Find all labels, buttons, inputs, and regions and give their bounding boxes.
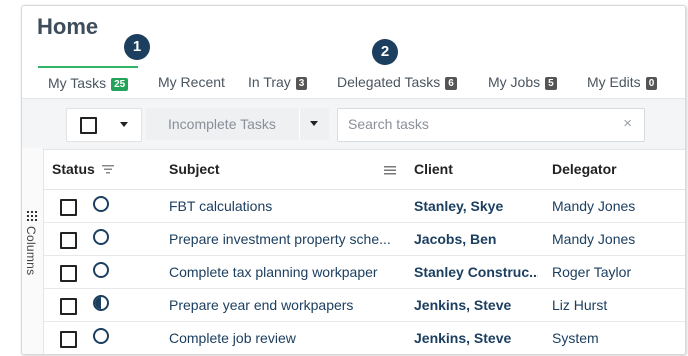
row-checkbox[interactable] bbox=[60, 232, 77, 249]
header-client[interactable]: Client bbox=[414, 161, 453, 177]
task-tabs: My Tasks 25 My Recent In Tray 3 Delegated … bbox=[22, 66, 685, 98]
tab-count-badge: 3 bbox=[295, 77, 308, 90]
clear-search-icon[interactable]: × bbox=[623, 115, 632, 132]
subject-cell[interactable]: Prepare year end workpapers bbox=[169, 297, 394, 313]
grid-icon bbox=[27, 211, 37, 221]
chevron-down-icon[interactable] bbox=[120, 122, 128, 127]
tab-label: In Tray bbox=[248, 74, 291, 90]
table-header: Status Subject Client Delegator bbox=[44, 149, 685, 190]
table-row[interactable]: Prepare investment property sche... Jaco… bbox=[44, 223, 685, 256]
callout-badge-2: 2 bbox=[372, 39, 398, 65]
task-filter-select[interactable]: Incomplete Tasks bbox=[146, 108, 329, 140]
chevron-down-icon[interactable] bbox=[310, 121, 318, 126]
task-toolbar: Incomplete Tasks × bbox=[22, 98, 685, 150]
divider bbox=[299, 108, 300, 140]
tab-label: My Tasks bbox=[48, 75, 107, 91]
client-cell[interactable]: Stanley, Skye bbox=[414, 198, 538, 214]
row-checkbox[interactable] bbox=[60, 199, 77, 216]
delegator-cell: Liz Hurst bbox=[552, 297, 608, 313]
table-row[interactable]: Complete tax planning workpaper Stanley … bbox=[44, 256, 685, 289]
tab-my-tasks[interactable]: My Tasks 25 bbox=[38, 66, 139, 100]
delegator-cell: Mandy Jones bbox=[552, 231, 636, 247]
row-checkbox[interactable] bbox=[60, 331, 77, 348]
search-input[interactable] bbox=[338, 109, 618, 139]
tab-count-badge: 6 bbox=[445, 77, 457, 90]
client-cell[interactable]: Jenkins, Steve bbox=[414, 330, 538, 346]
status-not-started-icon[interactable] bbox=[93, 328, 109, 344]
subject-cell[interactable]: Complete tax planning workpaper bbox=[169, 264, 394, 280]
header-delegator[interactable]: Delegator bbox=[552, 161, 617, 177]
tab-count-badge: 0 bbox=[645, 77, 658, 90]
tab-label: My Recent bbox=[158, 74, 225, 90]
table-row[interactable]: FBT calculations Stanley, Skye Mandy Jon… bbox=[44, 190, 685, 223]
client-cell[interactable]: Jenkins, Steve bbox=[414, 297, 538, 313]
bulk-select-dropdown[interactable] bbox=[66, 108, 142, 142]
status-not-started-icon[interactable] bbox=[93, 196, 109, 212]
tab-count-badge: 5 bbox=[545, 77, 557, 90]
client-cell[interactable]: Jacobs, Ben bbox=[414, 231, 538, 247]
search-box: × bbox=[337, 108, 645, 142]
task-filter-value: Incomplete Tasks bbox=[168, 116, 276, 132]
tab-my-edits[interactable]: My Edits 0 bbox=[587, 66, 658, 98]
row-checkbox[interactable] bbox=[60, 265, 77, 282]
menu-icon[interactable] bbox=[384, 166, 396, 175]
delegator-cell: Roger Taylor bbox=[552, 264, 632, 280]
columns-panel-toggle[interactable]: Columns bbox=[22, 148, 44, 354]
header-subject[interactable]: Subject bbox=[169, 161, 220, 177]
subject-cell[interactable]: FBT calculations bbox=[169, 198, 394, 214]
subject-cell[interactable]: Prepare investment property sche... bbox=[169, 231, 394, 247]
status-in-progress-icon[interactable] bbox=[93, 295, 109, 311]
columns-label: Columns bbox=[24, 226, 38, 276]
table-row[interactable]: Prepare year end workpapers Jenkins, Ste… bbox=[44, 289, 685, 322]
delegator-cell: Mandy Jones bbox=[552, 198, 636, 214]
select-all-checkbox[interactable] bbox=[80, 117, 97, 134]
callout-badge-1: 1 bbox=[124, 34, 150, 60]
tab-in-tray[interactable]: In Tray 3 bbox=[248, 66, 308, 98]
delegator-cell: System bbox=[552, 330, 599, 346]
page-title: Home bbox=[37, 14, 99, 39]
row-checkbox[interactable] bbox=[60, 298, 77, 315]
header-status[interactable]: Status bbox=[52, 161, 95, 177]
tab-count-badge: 25 bbox=[111, 78, 129, 91]
tab-delegated-tasks[interactable]: Delegated Tasks 6 bbox=[337, 66, 457, 98]
filter-icon[interactable] bbox=[102, 165, 114, 174]
subject-cell[interactable]: Complete job review bbox=[169, 330, 394, 346]
tab-my-recent[interactable]: My Recent bbox=[158, 66, 225, 98]
status-not-started-icon[interactable] bbox=[93, 262, 109, 278]
status-not-started-icon[interactable] bbox=[93, 229, 109, 245]
tab-label: My Jobs bbox=[488, 74, 541, 90]
tab-label: My Edits bbox=[587, 74, 641, 90]
table-row[interactable]: Complete job review Jenkins, Steve Syste… bbox=[44, 322, 685, 354]
home-panel: Home 1 2 My Tasks 25 My Recent In Tray 3 D… bbox=[21, 5, 686, 355]
tab-my-jobs[interactable]: My Jobs 5 bbox=[488, 66, 557, 98]
tab-label: Delegated Tasks bbox=[337, 74, 441, 90]
client-cell[interactable]: Stanley Construc... bbox=[414, 264, 538, 280]
